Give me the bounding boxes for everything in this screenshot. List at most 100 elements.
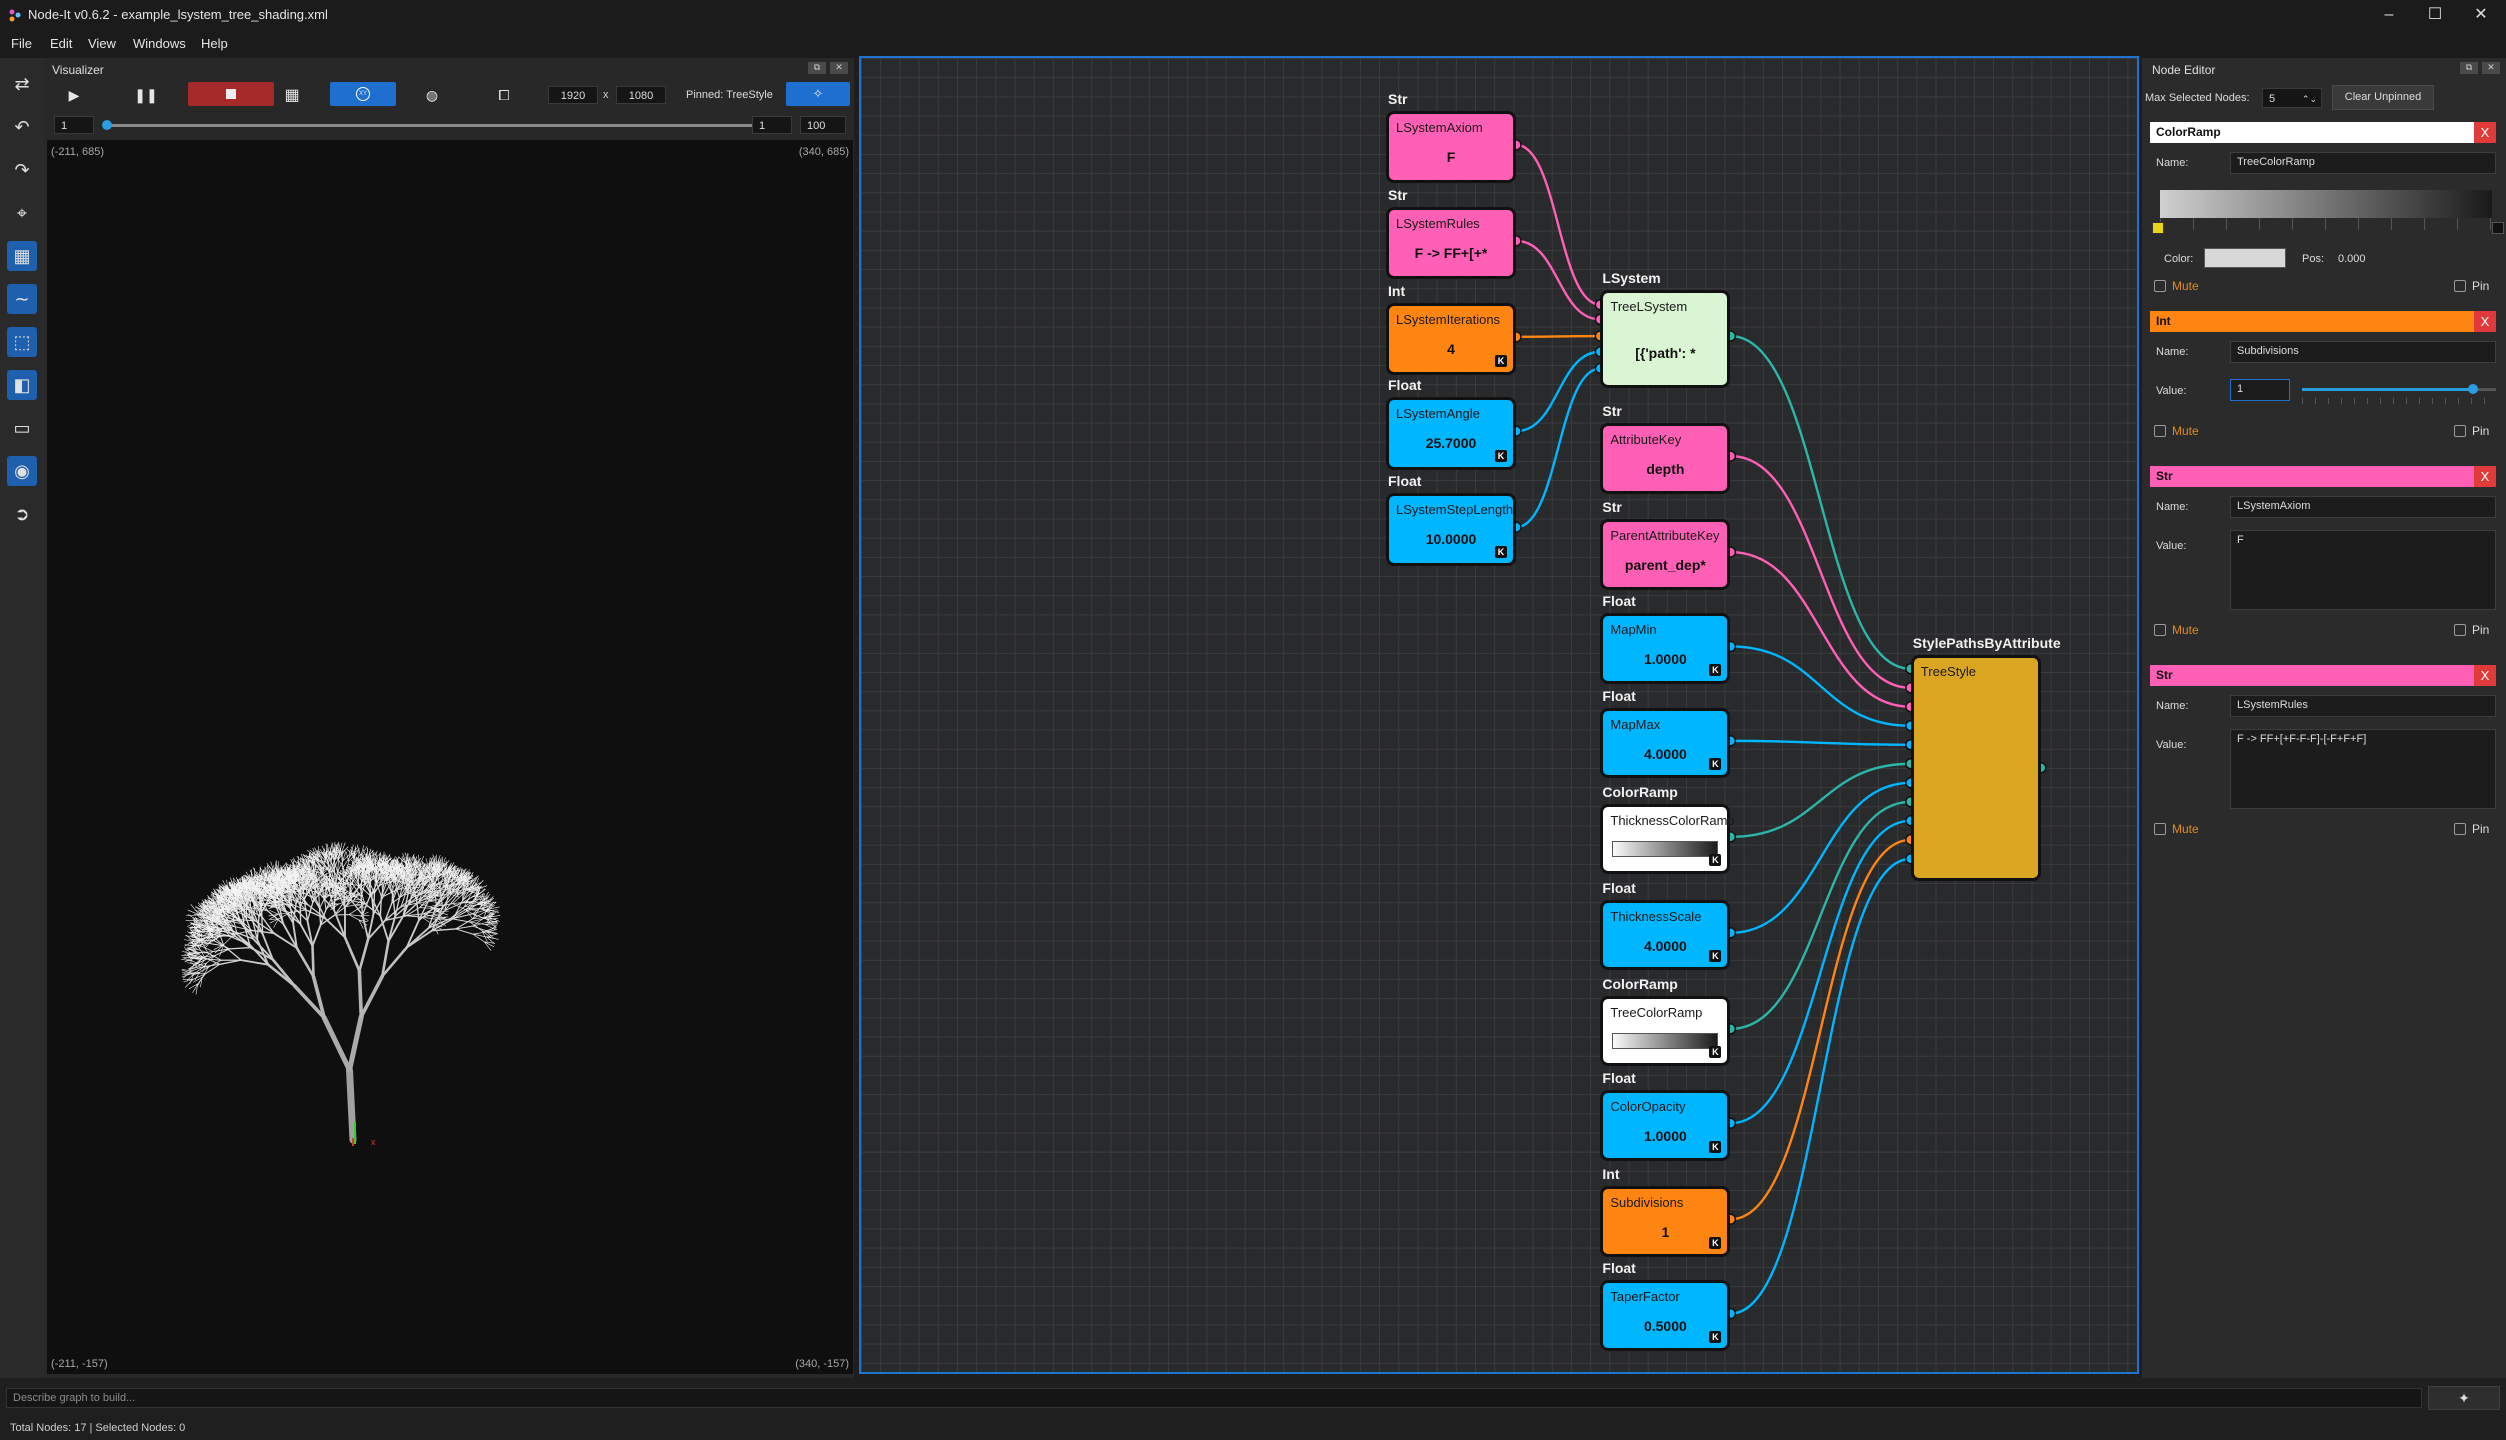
generate-button[interactable]: ✦ [2428, 1386, 2500, 1410]
node-lsystemrules[interactable]: LSystemRules F -> FF+[+* [1386, 206, 1516, 280]
float-editor-icon[interactable]: ⧉ [2460, 62, 2478, 74]
render-width-input[interactable]: 1920 [548, 86, 598, 104]
close-panel-icon[interactable]: ✕ [830, 62, 848, 74]
pin-checkbox[interactable] [2454, 280, 2466, 292]
pause-icon[interactable]: ❚❚ [134, 83, 158, 107]
aspect-frame-icon[interactable]: ⧠ [492, 83, 516, 107]
maximize-button[interactable]: ☐ [2412, 0, 2458, 30]
pin-checkbox[interactable] [2454, 624, 2466, 636]
max-nodes-spinner[interactable]: 5 ⌃⌄ [2262, 88, 2322, 108]
render-height-input[interactable]: 1080 [616, 86, 666, 104]
node-lsystemaxiom[interactable]: LSystemAxiom F [1386, 110, 1516, 184]
keyframe-badge[interactable]: K [1709, 854, 1722, 867]
keyframe-badge[interactable]: K [1709, 1046, 1722, 1059]
frame-current-input[interactable]: 1 [752, 116, 792, 134]
card-header-str-rules[interactable]: Str X [2150, 665, 2496, 686]
keyframe-badge[interactable]: K [1709, 1140, 1722, 1153]
name-field[interactable]: Subdivisions [2230, 341, 2496, 363]
sphere-icon[interactable]: ◍ [420, 83, 444, 107]
card-header-int[interactable]: Int X [2150, 311, 2496, 332]
undo-icon[interactable]: ↶ [7, 112, 37, 142]
keyframe-badge[interactable]: K [1709, 758, 1722, 771]
color-swatch[interactable] [2204, 248, 2286, 268]
pin-button[interactable]: ✧ [786, 82, 850, 106]
value-slider-track[interactable] [2302, 384, 2496, 394]
mute-checkbox[interactable] [2154, 624, 2166, 636]
value-spinbox[interactable]: 1 [2230, 379, 2290, 401]
name-field[interactable]: LSystemRules [2230, 695, 2496, 717]
menu-edit[interactable]: Edit [50, 36, 72, 51]
pin-checkbox[interactable] [2454, 425, 2466, 437]
menu-windows[interactable]: Windows [133, 36, 186, 51]
mute-checkbox[interactable] [2154, 425, 2166, 437]
pin-checkbox[interactable] [2454, 823, 2466, 835]
bottom-panel-icon[interactable]: ▭ [7, 413, 37, 443]
close-editor-icon[interactable]: ✕ [2482, 62, 2500, 74]
keyframe-badge[interactable]: K [1495, 449, 1507, 462]
swap-arrows-icon[interactable]: ⇄ [7, 69, 37, 99]
close-window-button[interactable]: ✕ [2458, 0, 2504, 30]
node-lsystemiterations[interactable]: LSystemIterations 4 K [1386, 302, 1516, 376]
redo-icon[interactable]: ↷ [7, 155, 37, 185]
node-lsystemangle[interactable]: LSystemAngle 25.7000 K [1386, 397, 1516, 470]
minimize-button[interactable]: – [2366, 0, 2412, 30]
node-parentattributekey[interactable]: ParentAttributeKey parent_dep* [1600, 518, 1731, 590]
frame-selection-icon[interactable]: ⌖ [7, 198, 37, 228]
play-icon[interactable]: ▶ [62, 83, 86, 107]
node-attributekey[interactable]: AttributeKey depth [1600, 422, 1731, 494]
node-subdivisions[interactable]: Subdivisions 1 K [1600, 1186, 1731, 1257]
xy-view-button[interactable]: XY [330, 82, 396, 106]
remove-card-button[interactable]: X [2474, 311, 2496, 332]
menu-help[interactable]: Help [201, 36, 228, 51]
keyframe-badge[interactable]: K [1709, 663, 1722, 676]
grid-icon[interactable]: ▦ [7, 241, 37, 271]
export-icon[interactable]: ➲ [7, 499, 37, 529]
side-panel-icon[interactable]: ◧ [7, 370, 37, 400]
clear-unpinned-button[interactable]: Clear Unpinned [2332, 85, 2434, 110]
node-thicknesscolorramp[interactable]: ThicknessColorRamp K [1600, 803, 1735, 875]
card-header-str-axiom[interactable]: Str X [2150, 466, 2496, 487]
describe-graph-input[interactable]: Describe graph to build... [6, 1388, 2422, 1408]
node-taperfactor[interactable]: TaperFactor 0.5000 K [1600, 1280, 1731, 1352]
node-treecolorramp[interactable]: TreeColorRamp K [1600, 995, 1731, 1067]
render-viewport[interactable]: (-211, 685) (340, 685) (-211, -157) (340… [47, 140, 853, 1374]
name-field[interactable]: LSystemAxiom [2230, 496, 2496, 518]
menu-file[interactable]: File [11, 36, 32, 51]
node-graph[interactable]: Str LSystemAxiom F Str LSystemRules F -> FF+[… [859, 56, 2139, 1374]
remove-card-button[interactable]: X [2474, 122, 2496, 143]
stop-button[interactable] [188, 82, 274, 106]
node-coloropacity[interactable]: ColorOpacity 1.0000 K [1600, 1090, 1731, 1161]
node-treestyle[interactable]: TreeStyle [1910, 654, 2041, 881]
node-lsystemsteplength[interactable]: LSystemStepLength 10.0000 K [1386, 493, 1516, 566]
mute-checkbox[interactable] [2154, 280, 2166, 292]
frame-start-input[interactable]: 1 [54, 116, 94, 134]
name-field[interactable]: TreeColorRamp [2230, 152, 2496, 174]
color-ramp-gradient[interactable] [2160, 190, 2492, 218]
float-panel-icon[interactable]: ⧉ [808, 62, 826, 74]
grid-toggle-icon[interactable]: ▦ [280, 83, 304, 107]
mute-checkbox[interactable] [2154, 823, 2166, 835]
value-slider-handle[interactable] [2467, 384, 2478, 394]
value-textarea[interactable]: F -> FF+[+F-F-F]-[-F+F+F] [2230, 729, 2496, 809]
node-mapmax[interactable]: MapMax 4.0000 K [1600, 707, 1731, 779]
node-mapmin[interactable]: MapMin 1.0000 K [1600, 613, 1731, 684]
menu-view[interactable]: View [88, 36, 116, 51]
selection-rect-icon[interactable]: ⬚ [7, 327, 37, 357]
keyframe-badge[interactable]: K [1709, 1331, 1722, 1344]
curve-icon[interactable]: ∼ [7, 284, 37, 314]
keyframe-badge[interactable]: K [1709, 950, 1722, 963]
node-treelsystem[interactable]: TreeLSystem [{'path': * [1600, 290, 1731, 388]
keyframe-badge[interactable]: K [1709, 1236, 1722, 1249]
timeline-handle[interactable] [102, 120, 112, 130]
keyframe-badge[interactable]: K [1495, 355, 1507, 368]
card-header-colorramp[interactable]: ColorRamp X [2150, 122, 2496, 143]
eye-icon[interactable]: ◉ [7, 456, 37, 486]
ramp-stop-handle[interactable] [2152, 222, 2164, 234]
remove-card-button[interactable]: X [2474, 665, 2496, 686]
frame-end-input[interactable]: 100 [800, 116, 846, 134]
node-thicknessscale[interactable]: ThicknessScale 4.0000 K [1600, 899, 1731, 971]
timeline-track[interactable] [104, 124, 784, 127]
ramp-stop-handle-end[interactable] [2492, 222, 2504, 234]
value-textarea[interactable]: F [2230, 530, 2496, 610]
keyframe-badge[interactable]: K [1495, 545, 1507, 558]
